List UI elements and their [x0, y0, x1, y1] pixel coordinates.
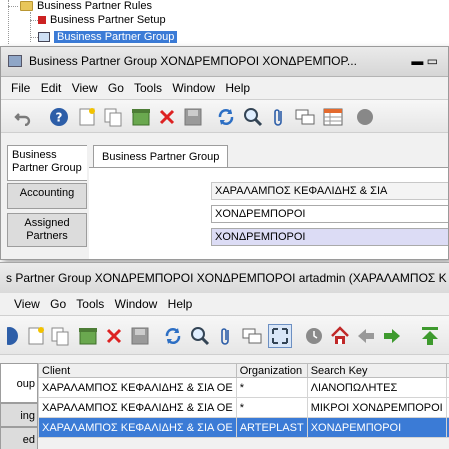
- copy-record-icon[interactable]: [50, 326, 70, 346]
- toolbar: [0, 315, 449, 355]
- help-icon[interactable]: [4, 326, 24, 346]
- business-partner-group-window: Business Partner Group ΧΟΝΔΡΕΜΠΟΡΟΙ ΧΟΝΔ…: [0, 46, 449, 260]
- window-title: s Partner Group ΧΟΝΔΡΕΜΠΟΡΟΙ ΧΟΝΔΡΕΜΠΟΡΟ…: [6, 271, 447, 285]
- chat-icon[interactable]: [295, 107, 315, 127]
- chat-icon[interactable]: [242, 326, 262, 346]
- cell-search-key[interactable]: ΧΟΝΔΡΕΜΠΟΡΟΙ: [306, 417, 447, 438]
- menu-go[interactable]: Go: [50, 297, 66, 311]
- menu-go[interactable]: Go: [108, 81, 124, 95]
- record-form: Client ΧΑΡΑΛΑΜΠΟΣ ΚΕΦΑΛΙΔΗΣ & ΣΙΑ Search…: [89, 167, 448, 259]
- panel-tab-business-partner-group[interactable]: Business Partner Group: [93, 145, 229, 167]
- grid-area: oup ing ed Client Organization Search Ke…: [0, 363, 449, 449]
- vertical-tabs: Business Partner Group Accounting Assign…: [7, 145, 87, 259]
- cell-client[interactable]: ΧΑΡΑΛΑΜΠΟΣ ΚΕΦΑΛΙΔΗΣ & ΣΙΑ ΟΕ: [38, 377, 237, 398]
- cell-organization[interactable]: *: [235, 377, 308, 398]
- svg-text:?: ?: [56, 111, 63, 125]
- window-title: Business Partner Group ΧΟΝΔΡΕΜΠΟΡΟΙ ΧΟΝΔ…: [29, 54, 357, 68]
- delete-selection-icon[interactable]: [157, 107, 177, 127]
- menu-tools[interactable]: Tools: [76, 297, 104, 311]
- tab-assigned-partners[interactable]: ed: [0, 427, 38, 449]
- table-row-selected[interactable]: ΧΑΡΑΛΑΜΠΟΣ ΚΕΦΑΛΙΔΗΣ & ΣΙΑ ΟΕ ARTEPLAST …: [38, 417, 449, 438]
- search-icon[interactable]: [243, 107, 263, 127]
- refresh-icon[interactable]: [216, 107, 236, 127]
- history-icon[interactable]: [355, 107, 375, 127]
- window-icon: [8, 55, 22, 67]
- table-header: Client Organization Search Key: [38, 363, 449, 378]
- cell-search-key[interactable]: ΜΙΚΡΟΙ ΧΟΝΔΡΕΜΠΟΡΟΙ: [306, 397, 447, 418]
- name-field[interactable]: ΧΟΝΔΡΕΜΠΟΡΟΙ: [211, 228, 448, 246]
- grid-toggle-icon[interactable]: [323, 107, 343, 127]
- tab-accounting[interactable]: ing: [0, 403, 38, 427]
- new-record-icon[interactable]: [77, 107, 97, 127]
- undo-icon[interactable]: [13, 107, 33, 127]
- menu-window[interactable]: Window: [115, 297, 158, 311]
- history-icon[interactable]: [304, 326, 324, 346]
- menu-edit[interactable]: Edit: [41, 81, 62, 95]
- workflow-icon: [38, 16, 46, 25]
- tab-assigned-partners[interactable]: Assigned Partners: [7, 213, 87, 247]
- records-table: Client Organization Search Key ΧΑΡΑΛΑΜΠΟ…: [38, 363, 449, 438]
- menu-view[interactable]: View: [14, 297, 40, 311]
- first-record-icon[interactable]: [420, 326, 440, 346]
- attachment-icon[interactable]: [269, 107, 289, 127]
- save-icon[interactable]: [130, 326, 150, 346]
- table-row[interactable]: ΧΑΡΑΛΑΜΠΟΣ ΚΕΦΑΛΙΔΗΣ & ΣΙΑ ΟΕ * ΜΙΚΡΟΙ Χ…: [38, 397, 449, 418]
- detail-panel: Business Partner Group Client ΧΑΡΑΛΑΜΠΟΣ…: [89, 145, 448, 259]
- save-icon[interactable]: [183, 107, 203, 127]
- window-titlebar: Business Partner Group ΧΟΝΔΡΕΜΠΟΡΟΙ ΧΟΝΔ…: [1, 47, 448, 77]
- toolbar: ?: [1, 99, 448, 133]
- minimize-button[interactable]: ▬ ▭: [411, 47, 438, 75]
- tab-business-partner-group[interactable]: Business Partner Group: [7, 145, 87, 181]
- cell-client[interactable]: ΧΑΡΑΛΑΜΠΟΣ ΚΕΦΑΛΙΔΗΣ & ΣΙΑ ΟΕ: [38, 417, 237, 438]
- column-header-search-key[interactable]: Search Key: [306, 363, 447, 378]
- copy-record-icon[interactable]: [103, 107, 123, 127]
- tab-accounting[interactable]: Accounting: [7, 183, 87, 209]
- forward-arrow-icon[interactable]: [382, 326, 402, 346]
- cell-organization[interactable]: *: [235, 397, 308, 418]
- menu-bar: View Go Tools Window Help: [0, 293, 449, 315]
- delete-icon[interactable]: [78, 326, 98, 346]
- tab-area: Business Partner Group Accounting Assign…: [1, 145, 448, 259]
- menu-help[interactable]: Help: [225, 81, 250, 95]
- window-icon: [38, 32, 50, 43]
- cell-search-key[interactable]: ΛΙΑΝΟΠΩΛΗΤΕΣ: [306, 377, 447, 398]
- menu-view[interactable]: View: [72, 81, 98, 95]
- delete-icon[interactable]: [131, 107, 151, 127]
- window-titlebar: s Partner Group ΧΟΝΔΡΕΜΠΟΡΟΙ ΧΟΝΔΡΕΜΠΟΡΟ…: [0, 263, 449, 293]
- grid-toggle-icon[interactable]: [268, 324, 292, 348]
- menu-tools[interactable]: Tools: [134, 81, 162, 95]
- column-header-organization[interactable]: Organization: [235, 363, 308, 378]
- menu-bar: File Edit View Go Tools Window Help: [1, 77, 448, 99]
- menu-window[interactable]: Window: [172, 81, 215, 95]
- tree-item-business-partner-setup[interactable]: Business Partner Setup: [38, 12, 166, 28]
- folder-icon: [20, 1, 33, 12]
- side-tabs: oup ing ed: [0, 363, 38, 449]
- menu-help[interactable]: Help: [168, 297, 193, 311]
- cell-client[interactable]: ΧΑΡΑΛΑΜΠΟΣ ΚΕΦΑΛΙΔΗΣ & ΣΙΑ ΟΕ: [38, 397, 237, 418]
- client-field[interactable]: ΧΑΡΑΛΑΜΠΟΣ ΚΕΦΑΛΙΔΗΣ & ΣΙΑ: [211, 182, 448, 200]
- tree-item-business-partner-group[interactable]: Business Partner Group: [38, 29, 178, 45]
- menu-file[interactable]: File: [11, 81, 30, 95]
- table-row[interactable]: ΧΑΡΑΛΑΜΠΟΣ ΚΕΦΑΛΙΔΗΣ & ΣΙΑ ΟΕ * ΛΙΑΝΟΠΩΛ…: [38, 377, 449, 398]
- cell-organization[interactable]: ARTEPLAST: [235, 417, 308, 438]
- column-header-client[interactable]: Client: [38, 363, 237, 378]
- back-arrow-icon[interactable]: [356, 326, 376, 346]
- menu-tree: Business Partner Rules Business Partner …: [0, 0, 449, 46]
- search-key-field[interactable]: ΧΟΝΔΡΕΜΠΟΡΟΙ: [211, 205, 448, 223]
- search-icon[interactable]: [190, 326, 210, 346]
- new-record-icon[interactable]: [26, 326, 46, 346]
- attachment-icon[interactable]: [216, 326, 236, 346]
- tab-business-partner-group[interactable]: oup: [0, 363, 38, 403]
- help-icon[interactable]: ?: [49, 107, 69, 127]
- business-partner-group-grid-window: s Partner Group ΧΟΝΔΡΕΜΠΟΡΟΙ ΧΟΝΔΡΕΜΠΟΡΟ…: [0, 262, 449, 449]
- refresh-icon[interactable]: [163, 326, 183, 346]
- delete-selection-icon[interactable]: [104, 326, 124, 346]
- home-icon[interactable]: [330, 326, 350, 346]
